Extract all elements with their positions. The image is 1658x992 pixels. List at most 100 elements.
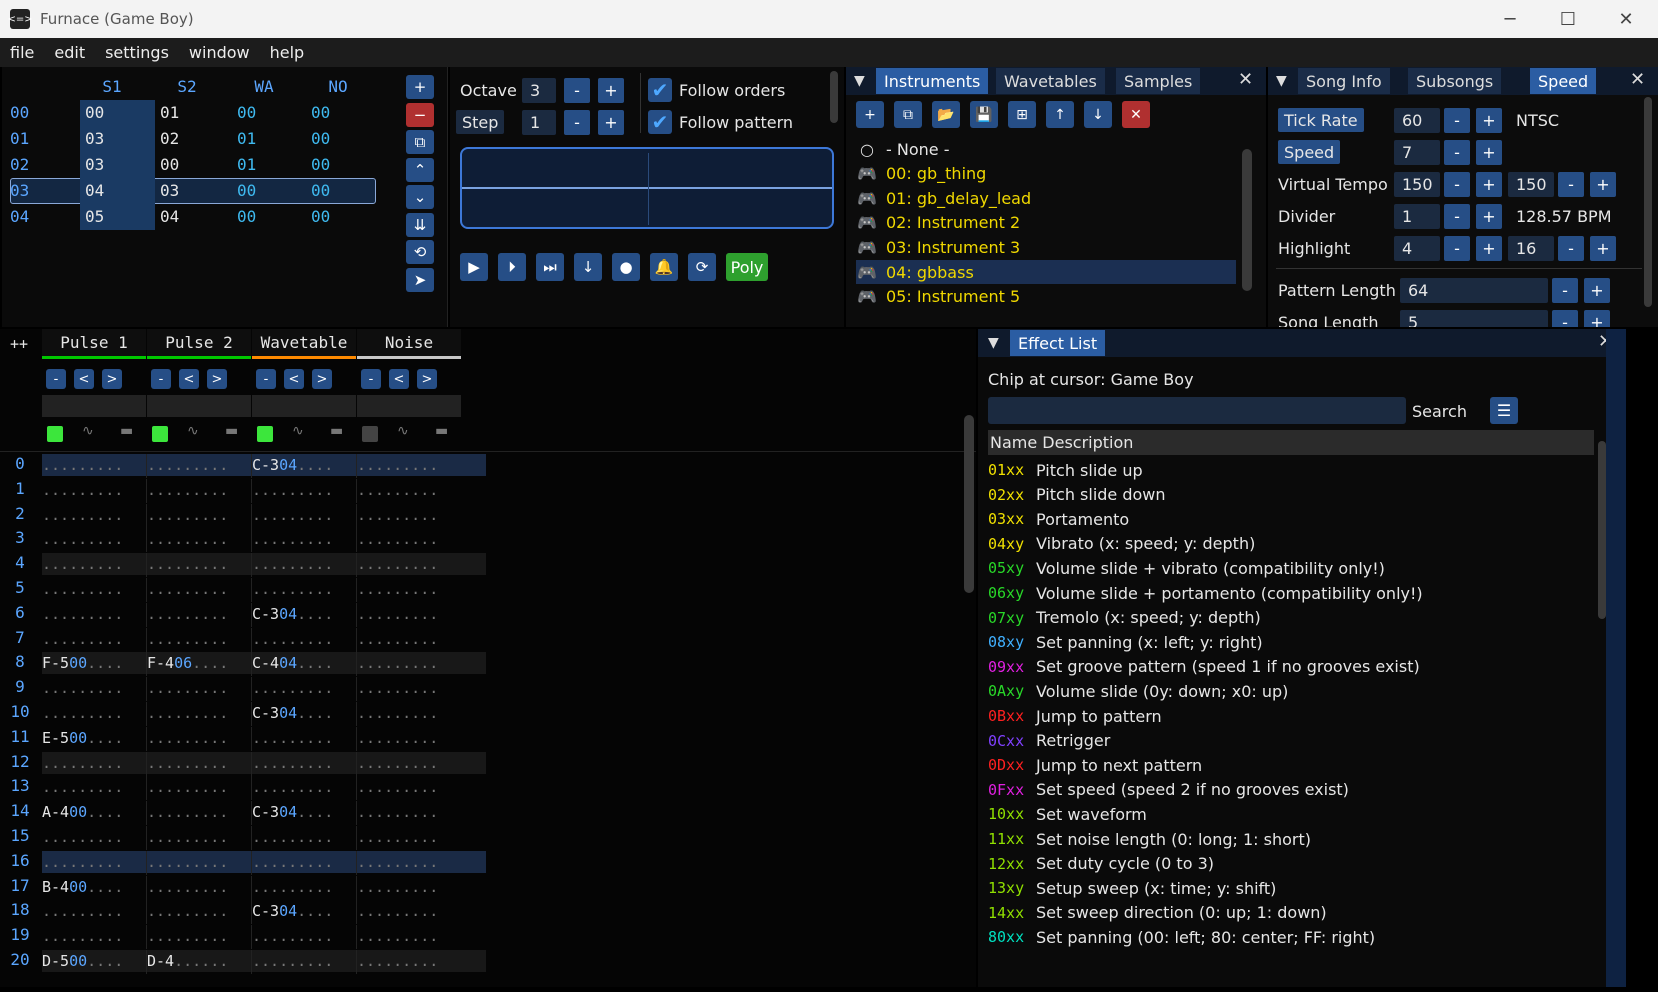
move-down-icon[interactable]: ⌄ [406, 185, 434, 209]
pattern-cell[interactable]: ......... [42, 628, 146, 650]
instrument-list-item[interactable]: 🎮 00: gb_thing [856, 162, 986, 186]
order-cell[interactable]: 00 [237, 207, 256, 226]
order-cell[interactable]: 00 [311, 103, 330, 122]
pattern-cell[interactable]: ......... [252, 950, 356, 972]
tab-wavetables[interactable]: Wavetables [996, 68, 1105, 94]
channel-enable-toggle[interactable] [47, 426, 63, 442]
menu-settings[interactable]: settings [95, 43, 179, 62]
pattern-cell[interactable]: ......... [42, 752, 146, 774]
repeat-icon[interactable]: ⟳ [688, 253, 716, 281]
pattern-cell[interactable]: ......... [357, 851, 461, 873]
pattern-cell[interactable]: ......... [357, 876, 461, 898]
speed-button[interactable]: Speed [1278, 140, 1341, 164]
maximize-button[interactable]: ☐ [1539, 0, 1597, 38]
song-length-value[interactable]: 5 [1400, 310, 1548, 327]
expand-effects-button[interactable]: > [417, 369, 437, 389]
order-cell[interactable]: 00 [311, 207, 330, 226]
expand-effects-button[interactable]: > [207, 369, 227, 389]
tick-rate-value[interactable]: 60 [1394, 108, 1440, 133]
tick-rate-button[interactable]: Tick Rate [1278, 108, 1364, 132]
instrument-list-item[interactable]: 🎮 02: Instrument 2 [856, 211, 1020, 235]
pattern-cell[interactable]: ......... [252, 876, 356, 898]
pattern-cell[interactable]: ......... [147, 776, 251, 798]
pattern-cell[interactable]: ......... [252, 752, 356, 774]
highlight-a[interactable]: 4 [1394, 236, 1440, 261]
channel-enable-toggle[interactable] [362, 426, 378, 442]
follow-pattern-checkbox[interactable]: ✔ [648, 110, 672, 134]
pattern-cell[interactable]: D-4...... [147, 950, 251, 972]
expand-effects-button[interactable]: > [102, 369, 122, 389]
record-icon[interactable]: ● [612, 253, 640, 281]
tab-subsongs[interactable]: Subsongs [1408, 68, 1502, 94]
order-cell[interactable]: 01 [160, 103, 179, 122]
channel-enable-toggle[interactable] [152, 426, 168, 442]
speed-value[interactable]: 7 [1394, 140, 1440, 165]
play-icon[interactable]: ▶ [460, 253, 488, 281]
pattern-cell[interactable]: ......... [357, 950, 461, 972]
menu-window[interactable]: window [179, 43, 260, 62]
virtual-tempo-denominator[interactable]: 150 [1508, 172, 1554, 197]
octave-plus-button[interactable]: + [598, 78, 624, 103]
pattern-cell[interactable]: ......... [252, 628, 356, 650]
pattern-cell[interactable]: ......... [357, 925, 461, 947]
pattern-cell[interactable]: ......... [42, 603, 146, 625]
shrink-effects-button[interactable]: < [74, 369, 94, 389]
order-cell[interactable]: 01 [237, 129, 256, 148]
pattern-cell[interactable]: ......... [252, 776, 356, 798]
effect-search-input[interactable] [988, 397, 1406, 424]
order-cell[interactable]: 00 [160, 155, 179, 174]
vt-den-plus[interactable]: + [1590, 172, 1616, 197]
follow-orders-checkbox[interactable]: ✔ [648, 78, 672, 102]
move-up-icon[interactable]: ⌃ [406, 157, 434, 182]
pattern-cell[interactable]: ......... [357, 553, 461, 575]
order-cell[interactable]: 03 [85, 129, 104, 148]
channel-header[interactable]: Wavetable [252, 329, 356, 359]
pattern-cell[interactable]: ......... [42, 900, 146, 922]
divider-minus[interactable]: - [1444, 204, 1470, 229]
pattern-cell[interactable]: C-3 04.... [252, 801, 356, 823]
pattern-cell[interactable]: ......... [42, 454, 146, 476]
pattern-cell[interactable]: ......... [42, 776, 146, 798]
order-cell[interactable]: 03 [160, 181, 179, 200]
pattern-cell[interactable]: ......... [252, 578, 356, 600]
pattern-cell[interactable]: ......... [147, 553, 251, 575]
pattern-cell[interactable]: ......... [42, 528, 146, 550]
pattern-cell[interactable]: D-5 00.... [42, 950, 146, 972]
instrument-list-item[interactable]: 🎮 01: gb_delay_lead [856, 186, 1031, 210]
close-icon[interactable]: ✕ [1238, 69, 1253, 90]
channel-header[interactable]: Noise [357, 329, 461, 359]
order-cell[interactable]: 04 [85, 181, 104, 200]
song-info-scrollbar[interactable] [1644, 97, 1652, 307]
tick-rate-plus[interactable]: + [1476, 108, 1502, 133]
order-cell[interactable]: 00 [311, 129, 330, 148]
close-button[interactable]: ✕ [1597, 0, 1655, 38]
pattern-cell[interactable]: ......... [147, 851, 251, 873]
pattern-cell[interactable]: A-4 00.... [42, 801, 146, 823]
pattern-cell[interactable]: ......... [357, 603, 461, 625]
save-icon[interactable]: 💾 [970, 101, 998, 128]
pattern-cell[interactable]: ......... [252, 553, 356, 575]
pattern-cell[interactable]: ......... [147, 727, 251, 749]
pattern-cell[interactable]: ......... [357, 454, 461, 476]
divider-value[interactable]: 1 [1394, 204, 1440, 229]
pattern-length-plus[interactable]: + [1584, 278, 1610, 303]
highlight-a-plus[interactable]: + [1476, 236, 1502, 261]
pattern-cell[interactable]: C-3 04.... [252, 702, 356, 724]
delete-icon[interactable]: ✕ [1122, 101, 1150, 128]
pattern-cell[interactable]: ......... [147, 801, 251, 823]
pattern-cell[interactable]: ......... [147, 504, 251, 526]
collapse-channel-button[interactable]: - [151, 369, 171, 389]
pattern-cell[interactable]: F-5 00.... [42, 652, 146, 674]
duplicate-icon[interactable]: ⧉ [894, 101, 922, 128]
pattern-cell[interactable]: ......... [357, 727, 461, 749]
add-icon[interactable]: + [406, 75, 434, 99]
move-up-icon[interactable]: ↑ [1046, 101, 1074, 128]
pattern-cell[interactable]: ......... [147, 578, 251, 600]
pattern-cell[interactable]: ......... [147, 876, 251, 898]
order-cell[interactable]: 00 [85, 103, 104, 122]
speed-minus[interactable]: - [1444, 140, 1470, 165]
pattern-cell[interactable]: ......... [357, 504, 461, 526]
highlight-b-plus[interactable]: + [1590, 236, 1616, 261]
pattern-length-minus[interactable]: - [1552, 278, 1578, 303]
pattern-cell[interactable]: ......... [357, 578, 461, 600]
